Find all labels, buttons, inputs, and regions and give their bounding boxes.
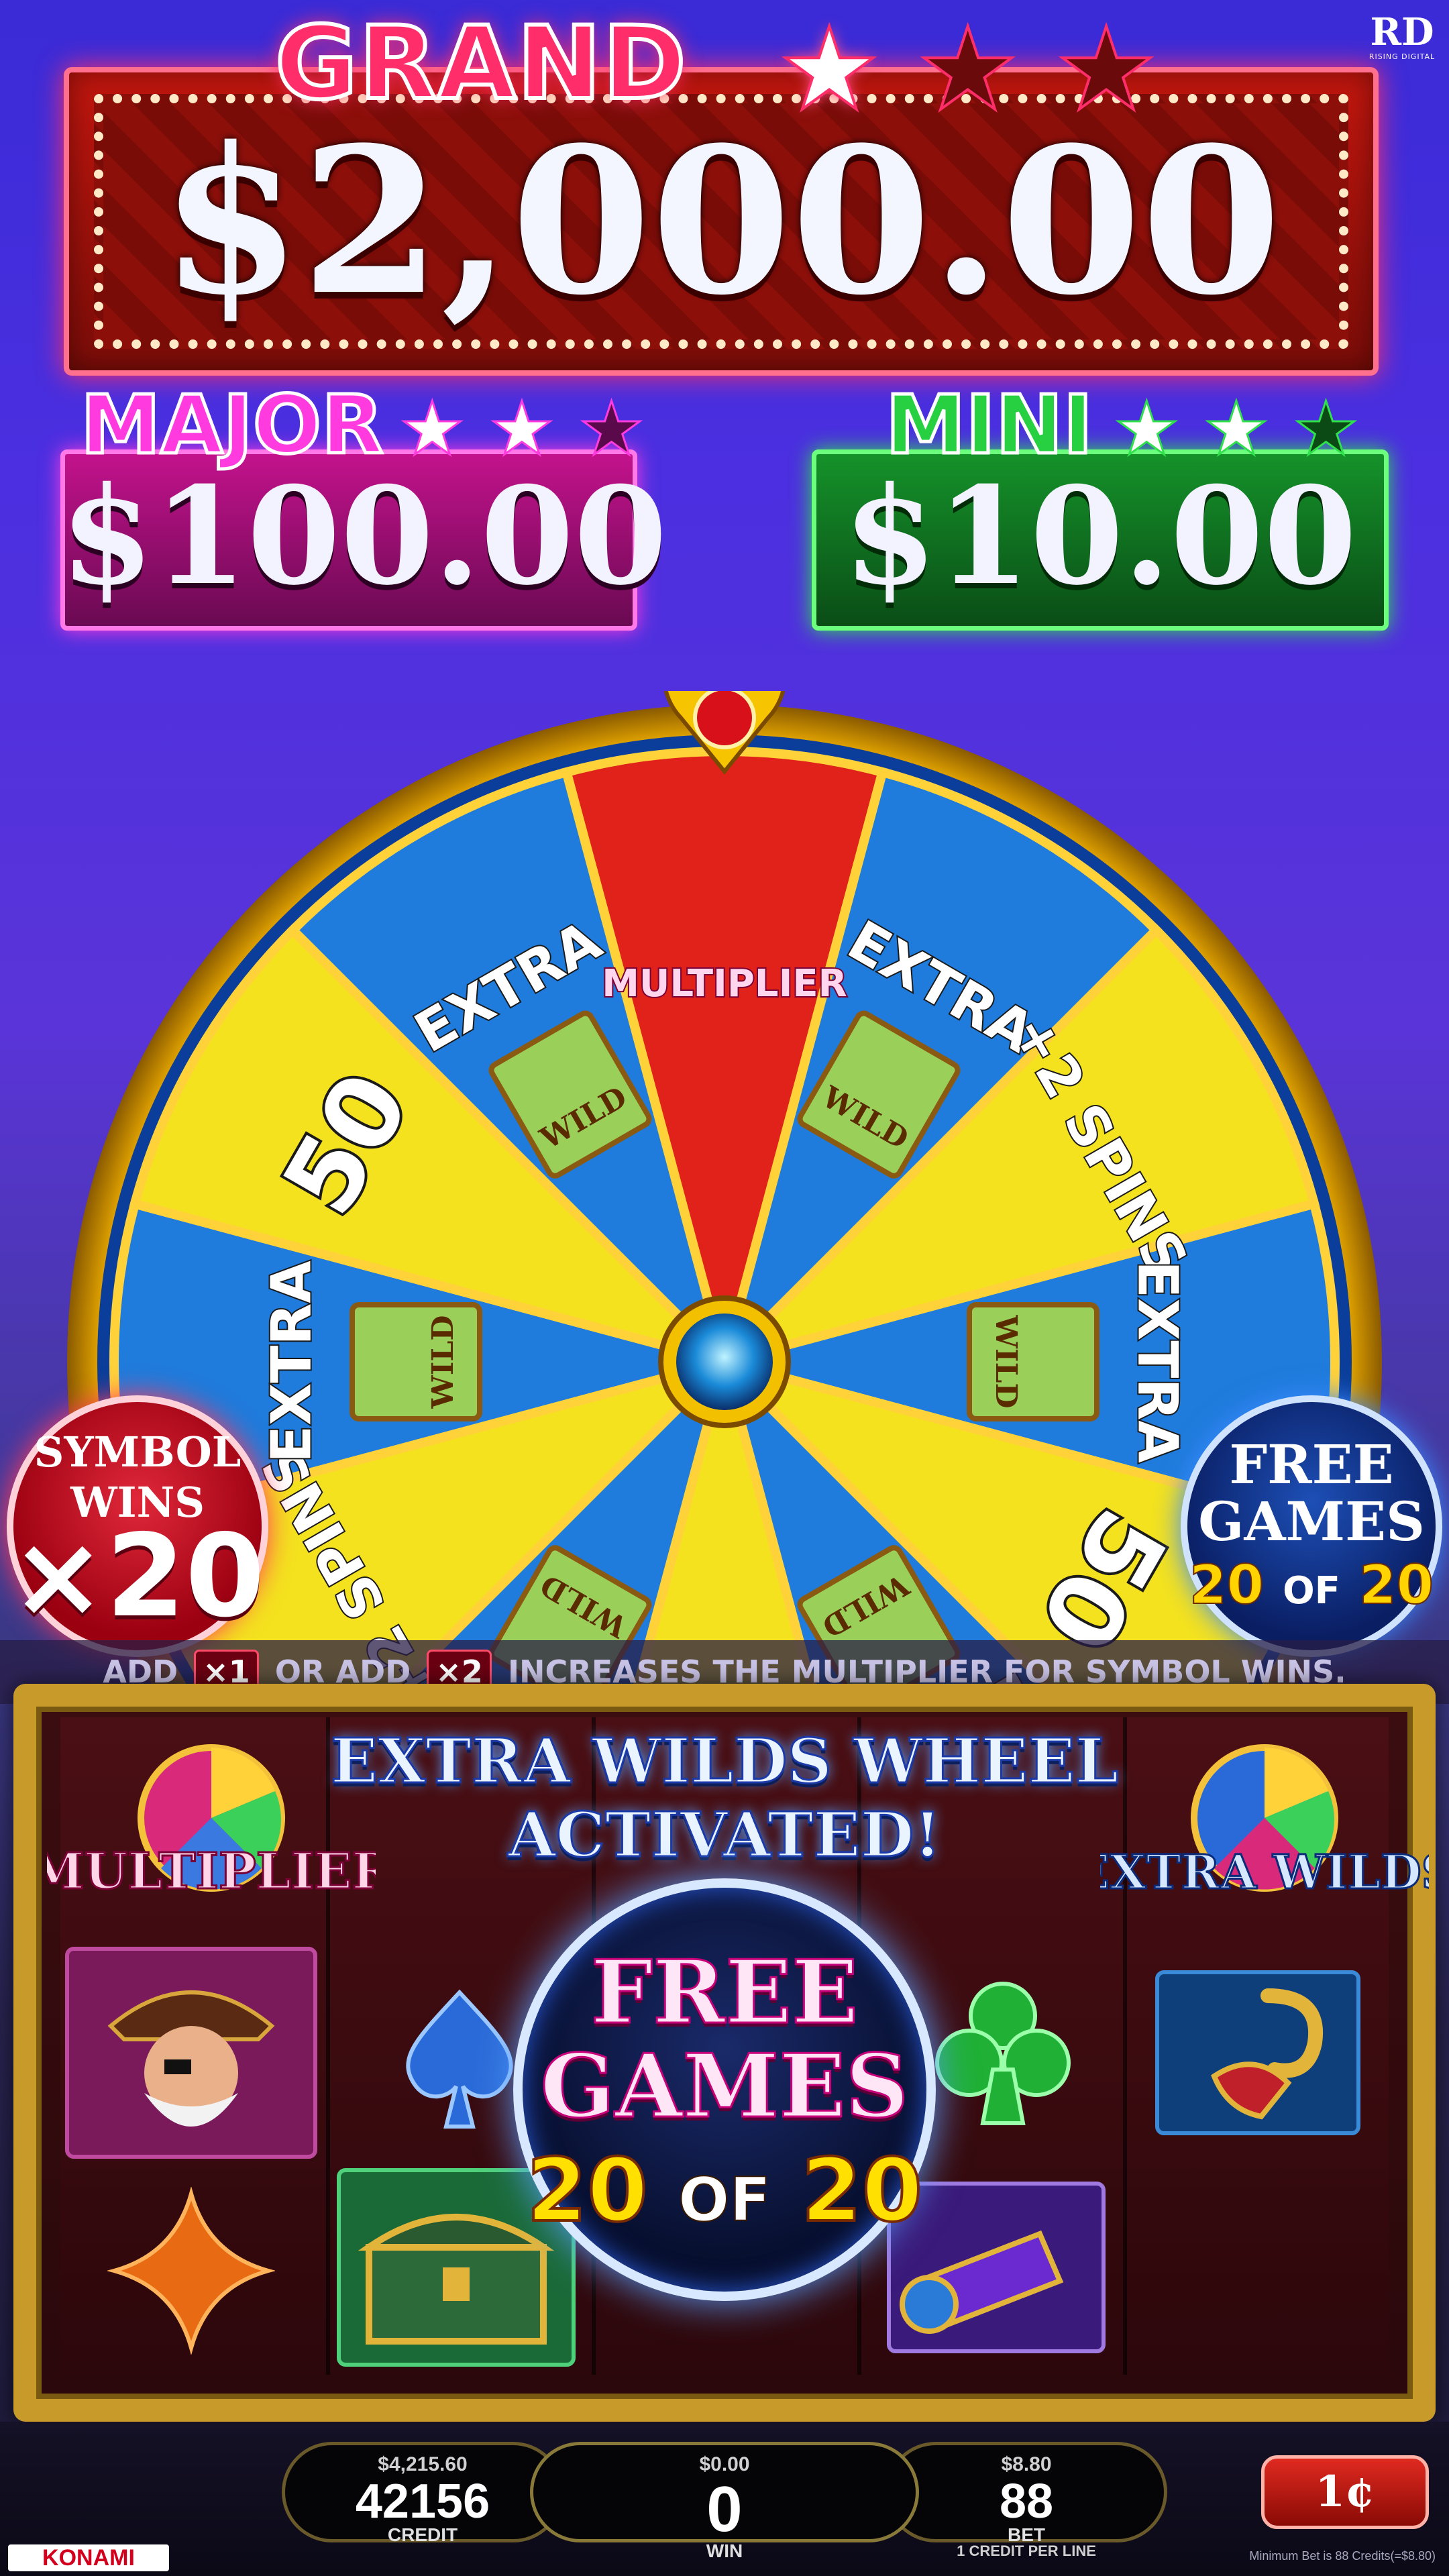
- star-icon: ★: [578, 386, 646, 472]
- credit-label: CREDIT: [387, 2524, 458, 2545]
- symbol-wins-line1: SYMBOL: [34, 1428, 241, 1477]
- mini-jackpot-title: MINI: [883, 379, 1094, 472]
- star-icon: ★: [777, 3, 881, 136]
- free-games-center-line2: GAMES: [539, 2035, 910, 2137]
- win-value: 0: [706, 2473, 743, 2545]
- wheel-label-wild: EXTRA: [1126, 1260, 1189, 1463]
- credit-money: $4,215.60: [378, 2453, 468, 2475]
- free-games-center-total: 20: [800, 2139, 924, 2241]
- rising-digital-logo: RD RISING DIGITAL: [1368, 12, 1436, 61]
- hook-icon: [1155, 1970, 1360, 2135]
- credit-value: 42156: [355, 2475, 490, 2528]
- free-games-badge-count: 20 OF 20: [1181, 1554, 1442, 1621]
- free-games-badge-line1: FREE: [1229, 1433, 1394, 1496]
- credit-per-line-note: 1 CREDIT PER LINE: [957, 2542, 1096, 2559]
- blue-gem-icon: [676, 1313, 773, 1410]
- diamond-icon: [107, 2187, 275, 2355]
- free-games-center-line1: FREE: [590, 1941, 859, 2043]
- free-games-current: 20: [1189, 1554, 1265, 1616]
- free-games-center-current: 20: [525, 2139, 649, 2241]
- grand-stars: ★ ★ ★: [777, 3, 1159, 136]
- wild-card-icon: WILD: [967, 1302, 1099, 1421]
- club-icon: [935, 1982, 1071, 2125]
- denomination-button[interactable]: 1¢: [1261, 2455, 1429, 2529]
- wild-card-text: WILD: [989, 1314, 1023, 1408]
- major-jackpot-value: $100.00: [60, 458, 667, 615]
- mini-stars: ★ ★ ★: [1113, 386, 1360, 472]
- wild-card-icon: WILD: [350, 1302, 482, 1421]
- bet-money: $8.80: [1001, 2453, 1052, 2475]
- mini-jackpot-value: $10.00: [843, 458, 1357, 615]
- win-label: WIN: [706, 2540, 743, 2561]
- banner-line2: ACTIVATED!: [507, 1798, 942, 1872]
- free-games-center-count: 20 OF 20: [513, 2142, 936, 2247]
- credit-meter: $4,215.60 42156 CREDIT: [282, 2442, 564, 2545]
- free-games-of: OF: [1283, 1569, 1340, 1613]
- star-icon: ★: [1054, 3, 1159, 136]
- free-games-badge-line2: GAMES: [1198, 1490, 1425, 1553]
- star-icon: ★: [488, 386, 556, 472]
- pirate-captain-icon: [65, 1947, 317, 2159]
- free-games-total: 20: [1358, 1554, 1434, 1616]
- bet-meter: $8.80 88 BET: [885, 2442, 1167, 2545]
- star-icon: ★: [398, 386, 467, 472]
- star-icon: ★: [915, 3, 1020, 136]
- bet-value: 88: [999, 2475, 1054, 2528]
- wheel-label-multiplier: MULTIPLIER: [602, 962, 847, 1006]
- win-meter: $0.00 0 WIN: [530, 2442, 919, 2561]
- banner-line1: EXTRA WILDS WHEEL: [329, 1724, 1119, 1799]
- rd-logo-text: RISING DIGITAL: [1368, 52, 1436, 61]
- free-games-center-of: OF: [678, 2164, 771, 2236]
- star-icon: ★: [1113, 386, 1181, 472]
- minimum-bet-note: Minimum Bet is 88 Credits(=$8.80): [1249, 2549, 1436, 2563]
- star-icon: ★: [1202, 386, 1271, 472]
- grand-jackpot-value: $2,000.00: [160, 103, 1282, 339]
- spade-icon: [406, 1989, 513, 2129]
- symbol-wins-multiplier: ×20: [10, 1510, 265, 1643]
- konami-logo: KONAMI: [8, 2544, 169, 2571]
- extra-wilds-activated-banner: EXTRA WILDS WHEEL ACTIVATED!: [268, 1724, 1181, 1872]
- grand-jackpot-title: GRAND: [273, 5, 688, 123]
- major-stars: ★ ★ ★: [398, 386, 646, 472]
- star-icon: ★: [1292, 386, 1360, 472]
- rd-logo-mark: RD: [1370, 10, 1434, 54]
- bet-label: BET: [1008, 2524, 1045, 2545]
- major-jackpot-title: MAJOR: [78, 379, 384, 472]
- wild-card-text: WILD: [426, 1315, 460, 1409]
- wheel-label-wild: EXTRA: [260, 1260, 323, 1463]
